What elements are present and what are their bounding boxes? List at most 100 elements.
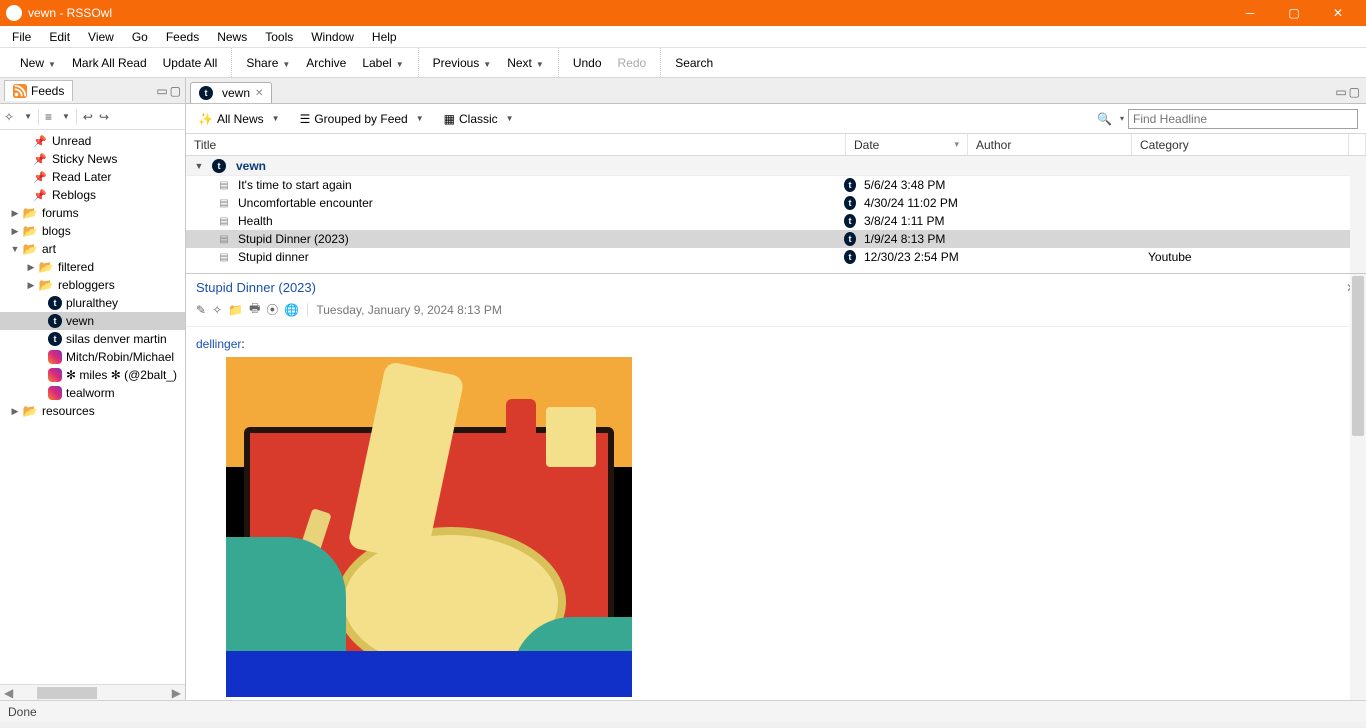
menu-view[interactable]: View	[80, 28, 122, 46]
menu-help[interactable]: Help	[364, 28, 405, 46]
tree-item-sticky[interactable]: 📌Sticky News	[0, 150, 185, 168]
tree-feed-mitch[interactable]: Mitch/Robin/Michael	[0, 348, 185, 366]
menu-news[interactable]: News	[209, 28, 255, 46]
print-icon[interactable]: 🖶	[249, 299, 260, 320]
browser-icon[interactable]: 🌐	[284, 303, 299, 317]
tree-folder-blogs[interactable]: ▶📂blogs	[0, 222, 185, 240]
collapse-icon[interactable]: ≡	[45, 110, 52, 124]
label-button[interactable]: Label▼	[356, 53, 409, 73]
chevron-down-icon[interactable]: ▼	[282, 60, 290, 69]
search-button[interactable]: Search	[669, 53, 719, 73]
chevron-right-icon[interactable]: ▶	[24, 280, 38, 291]
instagram-icon	[48, 350, 62, 364]
article-row[interactable]: ▤Uncomfortable encountert4/30/24 11:02 P…	[186, 194, 1366, 212]
minimize-pane-icon[interactable]: ▭	[1335, 85, 1346, 99]
statusbar: Done	[0, 700, 1366, 722]
minimize-pane-icon[interactable]: ▭	[156, 84, 167, 98]
menu-tools[interactable]: Tools	[257, 28, 301, 46]
tumblr-icon: t	[199, 86, 213, 100]
sidebar-hscrollbar[interactable]: ◀▶	[0, 684, 185, 700]
all-news-dropdown[interactable]: ✨All News▼	[194, 110, 284, 128]
chevron-down-icon[interactable]: ▼	[48, 60, 56, 69]
wand-icon[interactable]: ✧	[4, 110, 14, 124]
chevron-down-icon[interactable]: ▾	[1120, 114, 1124, 123]
col-author[interactable]: Author	[968, 134, 1132, 155]
tree-folder-filtered[interactable]: ▶📂filtered	[0, 258, 185, 276]
layout-classic-dropdown[interactable]: ▦Classic▼	[440, 110, 518, 128]
prev-feed-icon[interactable]: ↩	[83, 110, 93, 124]
chevron-right-icon[interactable]: ▶	[8, 406, 22, 417]
minimize-button[interactable]: ─	[1228, 0, 1272, 26]
tree-feed-vewn[interactable]: tvewn	[0, 312, 185, 330]
chevron-right-icon[interactable]: ▶	[8, 208, 22, 219]
article-row[interactable]: ▤Stupid Dinner (2023)t1/9/24 8:13 PM	[186, 230, 1366, 248]
status-text: Done	[8, 705, 37, 719]
tree-item-readlater[interactable]: 📌Read Later	[0, 168, 185, 186]
tree-folder-art[interactable]: ▼📂art	[0, 240, 185, 258]
chevron-down-icon[interactable]: ▼	[8, 244, 22, 254]
chevron-down-icon[interactable]: ▼	[483, 60, 491, 69]
tree-feed-silas[interactable]: tsilas denver martin	[0, 330, 185, 348]
article-row[interactable]: ▤Stupid dinnert12/30/23 2:54 PMYoutube	[186, 248, 1366, 266]
feeds-tab-label: Feeds	[31, 84, 64, 98]
search-icon[interactable]: 🔍	[1097, 112, 1112, 126]
tumblr-icon: t	[48, 296, 62, 310]
undo-button[interactable]: Undo	[567, 53, 608, 73]
close-tab-icon[interactable]: ✕	[255, 88, 263, 99]
col-date[interactable]: Date ▾	[846, 134, 968, 155]
folder-icon: 📂	[38, 277, 54, 293]
list-vscrollbar[interactable]	[1350, 156, 1366, 273]
tree-folder-resources[interactable]: ▶📂resources	[0, 402, 185, 420]
folder-icon[interactable]: 📁	[228, 303, 243, 317]
chevron-right-icon[interactable]: ▶	[8, 226, 22, 237]
archive-button[interactable]: Archive	[300, 53, 352, 73]
menu-edit[interactable]: Edit	[41, 28, 78, 46]
maximize-pane-icon[interactable]: ▢	[1349, 85, 1360, 99]
maximize-button[interactable]: ▢	[1272, 0, 1316, 26]
menu-window[interactable]: Window	[303, 28, 362, 46]
group-row[interactable]: ▼ t vewn	[186, 156, 1366, 176]
edit-icon[interactable]: ✎	[196, 303, 206, 317]
preview-source-link[interactable]: dellinger	[196, 337, 241, 351]
find-headline-input[interactable]	[1128, 109, 1358, 129]
update-all-button[interactable]: Update All	[157, 53, 224, 73]
article-row[interactable]: ▤Healtht3/8/24 1:11 PM	[186, 212, 1366, 230]
tree-item-reblogs[interactable]: 📌Reblogs	[0, 186, 185, 204]
tree-folder-rebloggers[interactable]: ▶📂rebloggers	[0, 276, 185, 294]
chevron-down-icon[interactable]: ▼	[192, 161, 206, 171]
menu-file[interactable]: File	[4, 28, 39, 46]
tree-item-unread[interactable]: 📌Unread	[0, 132, 185, 150]
maximize-pane-icon[interactable]: ▢	[170, 84, 181, 98]
tree-feed-miles[interactable]: ✻ miles ✻ (@2balt_)	[0, 366, 185, 384]
mark-all-read-button[interactable]: Mark All Read	[66, 53, 153, 73]
close-button[interactable]: ✕	[1316, 0, 1360, 26]
tree-folder-forums[interactable]: ▶📂forums	[0, 204, 185, 222]
menu-feeds[interactable]: Feeds	[158, 28, 207, 46]
previous-button[interactable]: Previous▼	[427, 53, 498, 73]
next-feed-icon[interactable]: ↪	[99, 110, 109, 124]
star-icon[interactable]: ✧	[212, 303, 222, 317]
rss-icon[interactable]: ⦿	[266, 301, 278, 318]
doc-icon: ▤	[216, 252, 232, 263]
col-title[interactable]: Title	[186, 134, 846, 155]
article-row[interactable]: ▤It's time to start againt5/6/24 3:48 PM	[186, 176, 1366, 194]
preview-title[interactable]: Stupid Dinner (2023)	[196, 280, 316, 295]
menu-go[interactable]: Go	[124, 28, 156, 46]
window-title: vewn - RSSOwl	[28, 6, 1228, 20]
preview-vscrollbar[interactable]	[1350, 274, 1366, 700]
share-button[interactable]: Share▼	[240, 53, 296, 73]
grouped-by-feed-dropdown[interactable]: ☰Grouped by Feed▼	[296, 110, 428, 128]
new-button[interactable]: New▼	[14, 53, 62, 73]
next-button[interactable]: Next▼	[501, 53, 550, 73]
chevron-right-icon[interactable]: ▶	[24, 262, 38, 273]
menubar: File Edit View Go Feeds News Tools Windo…	[0, 26, 1366, 48]
col-category[interactable]: Category	[1132, 134, 1349, 155]
tree-feed-tealworm[interactable]: tealworm	[0, 384, 185, 402]
tab-vewn[interactable]: t vewn ✕	[190, 82, 272, 103]
chevron-down-icon[interactable]: ▼	[396, 60, 404, 69]
feed-tree: 📌Unread 📌Sticky News 📌Read Later 📌Reblog…	[0, 130, 185, 684]
tree-feed-pluralthey[interactable]: tpluralthey	[0, 294, 185, 312]
chevron-down-icon[interactable]: ▼	[536, 60, 544, 69]
instagram-icon	[48, 386, 62, 400]
feeds-tab[interactable]: Feeds	[4, 80, 73, 101]
